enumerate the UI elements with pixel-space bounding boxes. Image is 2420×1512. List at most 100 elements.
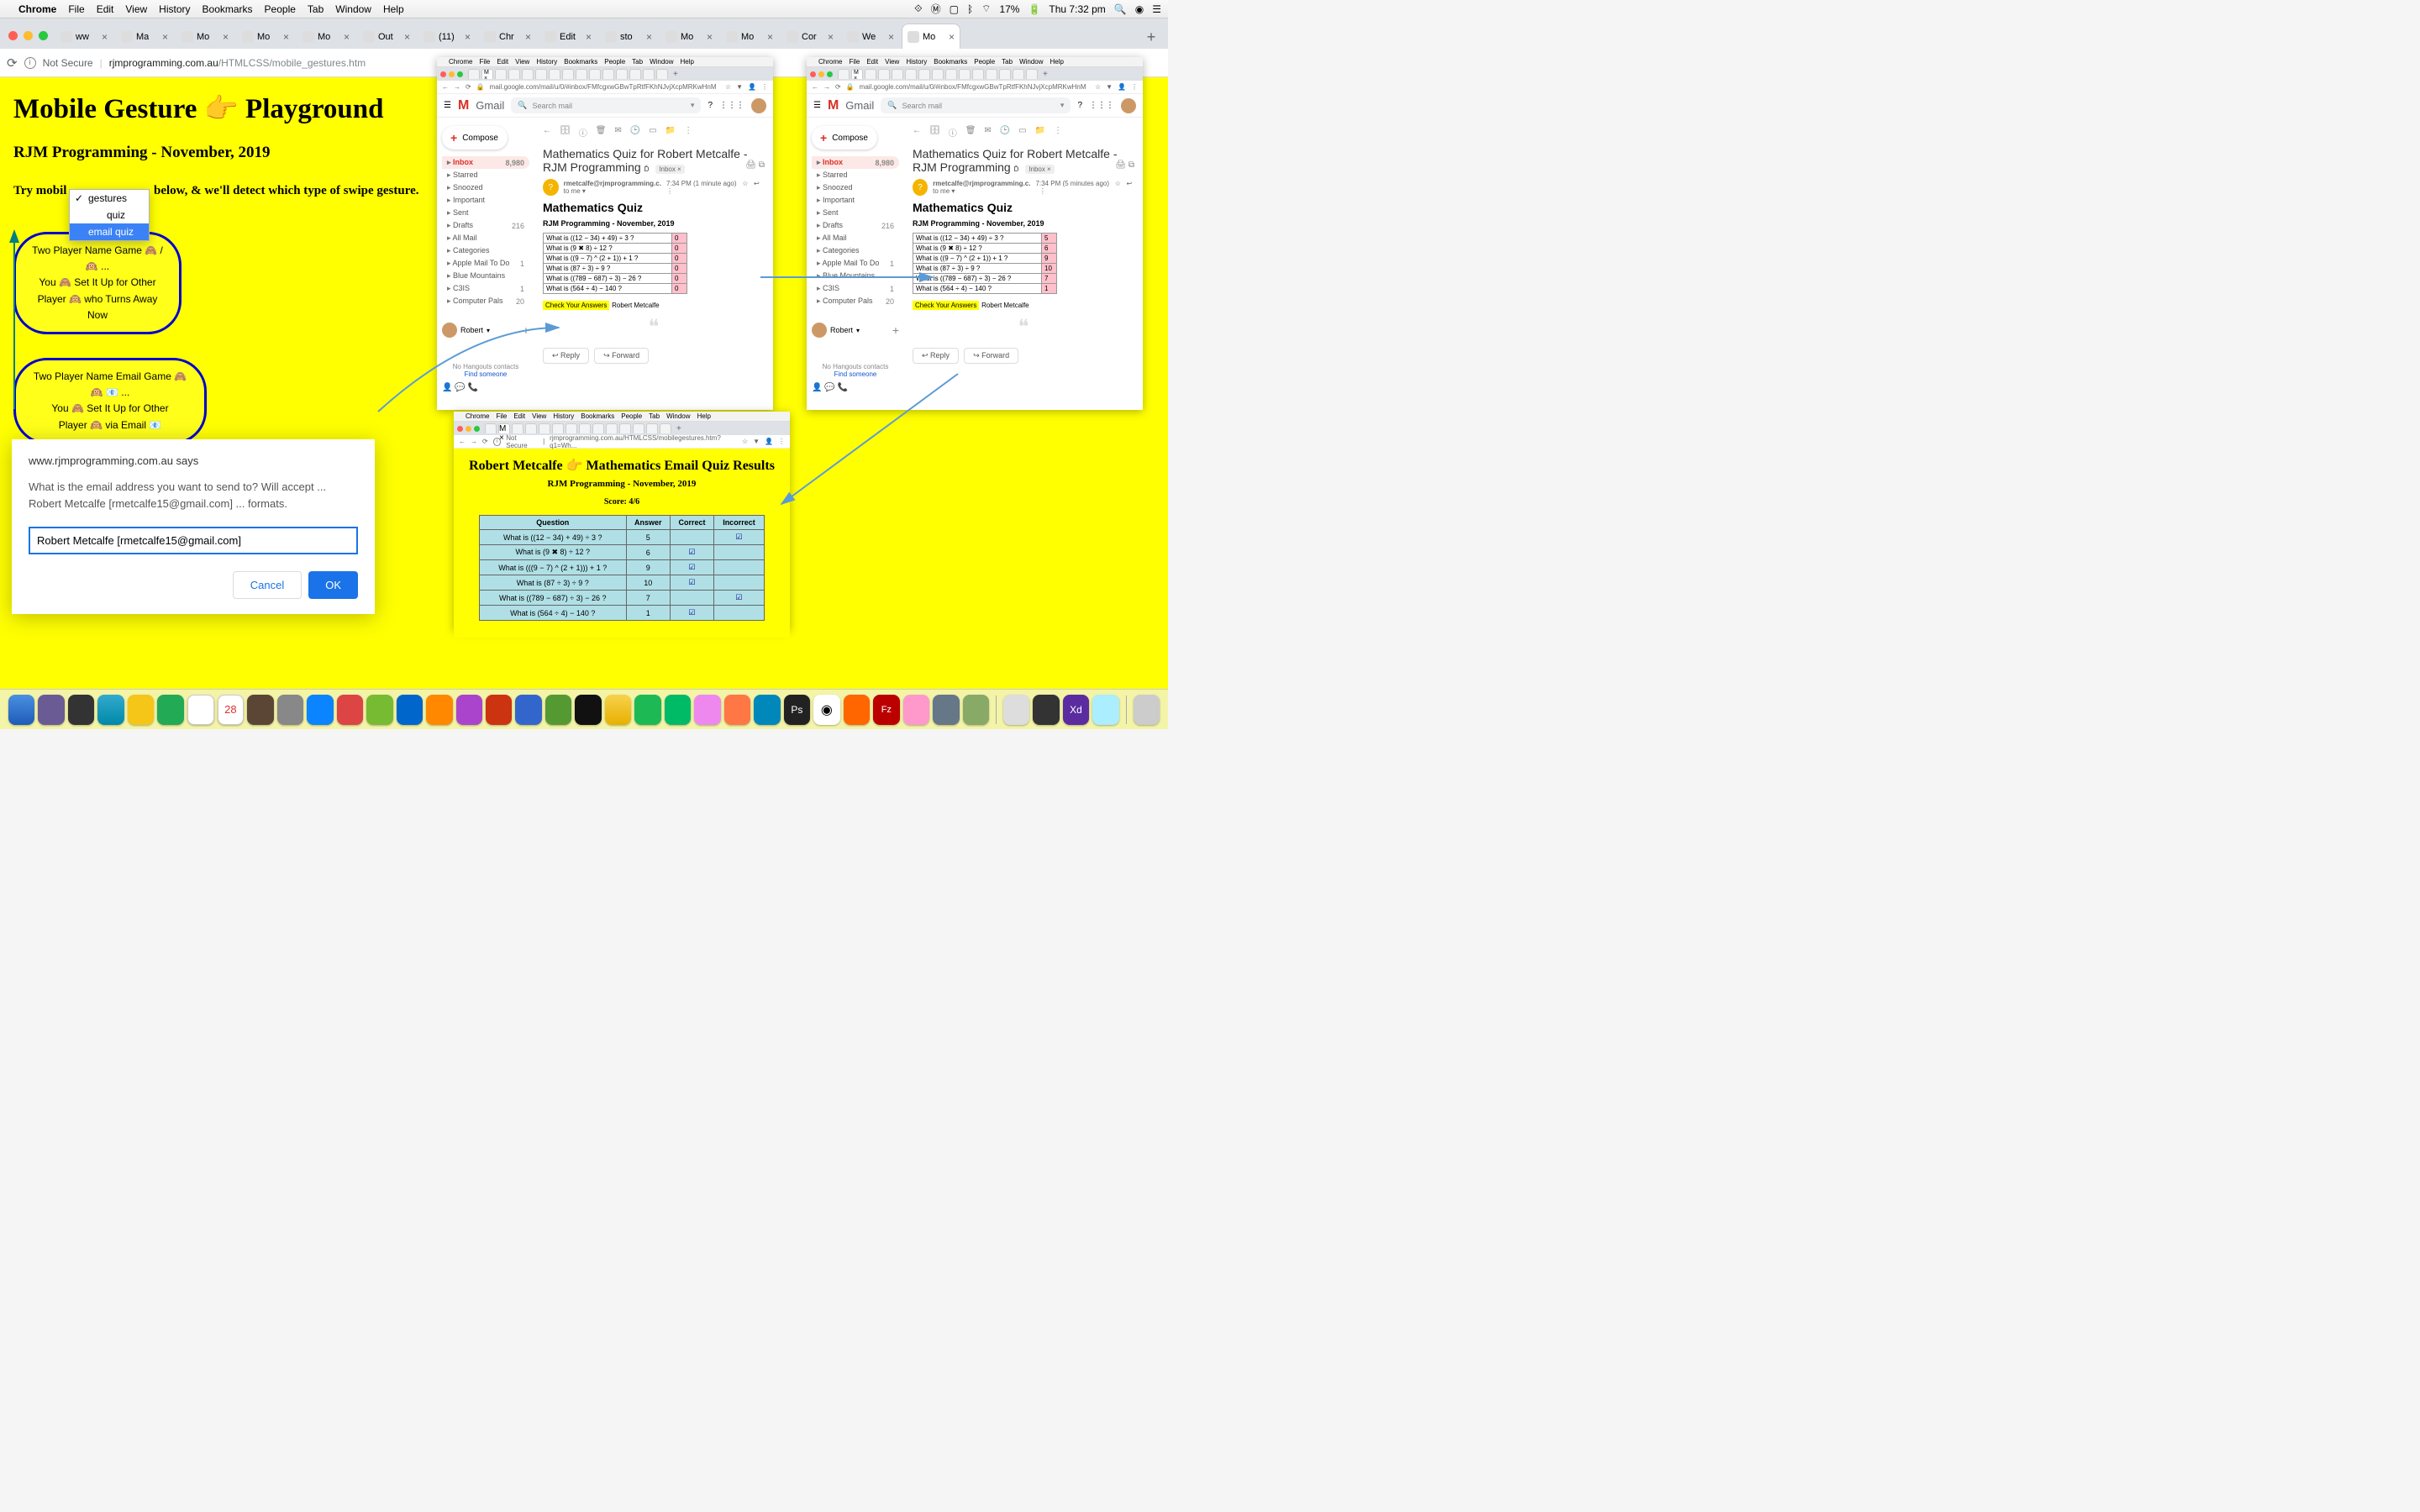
game-capsule-local[interactable]: Two Player Name Game 🙈 / 🙉 ... You 🙈 Set… xyxy=(13,232,182,334)
dock-app[interactable] xyxy=(337,695,363,725)
gmail-folder[interactable]: ▸ Snoozed xyxy=(442,181,529,194)
game-capsule-email[interactable]: Two Player Name Email Game 🙈 🙉 📧 ... You… xyxy=(13,358,207,444)
gmail-folder[interactable]: ▸ All Mail xyxy=(812,232,899,244)
browser-tab[interactable]: Mo× xyxy=(720,24,779,49)
dock-app[interactable] xyxy=(963,695,989,725)
browser-tab[interactable]: Mo× xyxy=(660,24,718,49)
dock-app[interactable] xyxy=(426,695,452,725)
mode-select-dropdown[interactable]: ✓gestures quiz email quiz xyxy=(69,189,150,241)
menu-tab[interactable]: Tab xyxy=(308,3,324,15)
mac-dock[interactable]: 28 Ps ◉ Fz Xd xyxy=(0,689,1168,729)
dock-app[interactable] xyxy=(933,695,959,725)
avatar[interactable] xyxy=(1121,98,1136,113)
search-input[interactable]: 🔍Search mail▾ xyxy=(511,97,701,113)
menu-view[interactable]: View xyxy=(125,3,147,15)
menu-window[interactable]: Window xyxy=(335,3,371,15)
menu-file[interactable]: File xyxy=(68,3,84,15)
dock-finder[interactable] xyxy=(8,695,34,725)
browser-tab[interactable]: Mo× xyxy=(902,24,960,49)
browser-tab[interactable]: Edit× xyxy=(539,24,597,49)
avatar[interactable] xyxy=(751,98,766,113)
forward-button[interactable]: ↪ Forward xyxy=(964,348,1018,364)
ok-button[interactable]: OK xyxy=(308,571,358,599)
gmail-folder[interactable]: ▸ Starred xyxy=(442,169,529,181)
dock-app[interactable] xyxy=(128,695,154,725)
check-answers-button[interactable]: Check Your Answers xyxy=(913,301,979,310)
browser-tab[interactable]: sto× xyxy=(599,24,658,49)
gmail-folder[interactable]: ▸ Categories xyxy=(812,244,899,257)
dock-app[interactable] xyxy=(157,695,183,725)
gmail-folder[interactable]: ▸ Computer Pals20 xyxy=(812,295,899,307)
gmail-folder[interactable]: ▸ Blue Mountains xyxy=(442,270,529,282)
siri-icon[interactable]: ◉ xyxy=(1135,3,1144,15)
dock-chrome[interactable]: ◉ xyxy=(813,695,839,725)
apps-icon[interactable]: ⋮⋮⋮ xyxy=(1089,101,1114,110)
dropdown-option-quiz[interactable]: quiz xyxy=(70,207,149,223)
dock-app[interactable] xyxy=(844,695,870,725)
menu-icon[interactable]: ☰ xyxy=(813,101,821,110)
gmail-folder[interactable]: ▸ Drafts216 xyxy=(812,219,899,232)
status-icon[interactable]: Ⓜ xyxy=(931,2,941,16)
menubar-app[interactable]: Chrome xyxy=(18,3,56,15)
menu-people[interactable]: People xyxy=(265,3,296,15)
dock-app[interactable] xyxy=(486,695,512,725)
dock-app[interactable] xyxy=(575,695,601,725)
search-input[interactable]: 🔍Search mail▾ xyxy=(881,97,1071,113)
help-icon[interactable]: ? xyxy=(708,101,713,110)
forward-button[interactable]: ↪ Forward xyxy=(594,348,649,364)
maximize-icon[interactable] xyxy=(39,31,48,40)
apps-icon[interactable]: ⋮⋮⋮ xyxy=(719,101,744,110)
dock-calendar[interactable]: 28 xyxy=(218,695,245,725)
dock-filezilla[interactable]: Fz xyxy=(873,695,899,725)
cancel-button[interactable]: Cancel xyxy=(233,571,302,599)
airplay-icon[interactable]: ▢ xyxy=(950,3,959,15)
browser-tab[interactable]: Cor× xyxy=(781,24,839,49)
compose-button[interactable]: +Compose xyxy=(442,126,508,150)
site-info-icon[interactable]: i xyxy=(24,57,36,69)
wifi-icon[interactable]: ⌔ xyxy=(981,3,991,15)
dock-app[interactable] xyxy=(1092,695,1118,725)
dropdown-option-emailquiz[interactable]: email quiz xyxy=(70,223,149,240)
dock-app[interactable] xyxy=(38,695,64,725)
gmail-folder[interactable]: ▸ C3IS1 xyxy=(812,282,899,295)
menu-bookmarks[interactable]: Bookmarks xyxy=(203,3,253,15)
browser-tab[interactable]: Mo× xyxy=(176,24,234,49)
reply-button[interactable]: ↩ Reply xyxy=(543,348,589,364)
window-controls[interactable] xyxy=(8,31,48,40)
url-display[interactable]: rjmprogramming.com.au/HTMLCSS/mobile_ges… xyxy=(109,57,366,69)
dock-app[interactable] xyxy=(754,695,780,725)
browser-tab[interactable]: (11)× xyxy=(418,24,476,49)
browser-tab[interactable]: Mo× xyxy=(297,24,355,49)
gmail-folder[interactable]: ▸ Apple Mail To Do1 xyxy=(442,257,529,270)
menu-history[interactable]: History xyxy=(159,3,190,15)
dock-app[interactable] xyxy=(397,695,423,725)
gmail-folder[interactable]: ▸ Important xyxy=(812,194,899,207)
dock-app[interactable] xyxy=(903,695,929,725)
menu-icon[interactable]: ☰ xyxy=(1152,3,1161,15)
gmail-folder[interactable]: ▸ C3IS1 xyxy=(442,282,529,295)
reply-button[interactable]: ↩ Reply xyxy=(913,348,959,364)
gmail-folder[interactable]: ▸ Sent xyxy=(812,207,899,219)
gmail-folder[interactable]: ▸ Apple Mail To Do1 xyxy=(812,257,899,270)
prompt-input[interactable] xyxy=(29,527,358,554)
gmail-folder[interactable]: ▸ Inbox8,980 xyxy=(812,156,899,169)
dock-app[interactable] xyxy=(605,695,631,725)
gmail-folder[interactable]: ▸ Blue Mountains xyxy=(812,270,899,282)
dock-app[interactable] xyxy=(515,695,541,725)
dock-app[interactable] xyxy=(187,695,214,725)
minimize-icon[interactable] xyxy=(24,31,33,40)
browser-tab[interactable]: Out× xyxy=(357,24,416,49)
spotlight-icon[interactable]: 🔍 xyxy=(1114,3,1127,15)
dock-app[interactable] xyxy=(307,695,333,725)
gmail-folder[interactable]: ▸ Sent xyxy=(442,207,529,219)
dock-photoshop[interactable]: Ps xyxy=(784,695,810,725)
reload-icon[interactable]: ⟳ xyxy=(7,55,18,71)
dropdown-option-gestures[interactable]: ✓gestures xyxy=(70,190,149,207)
help-icon[interactable]: ? xyxy=(1077,101,1082,110)
clock[interactable]: Thu 7:32 pm xyxy=(1049,3,1105,15)
browser-tab[interactable]: Ma× xyxy=(115,24,174,49)
browser-tab[interactable]: Chr× xyxy=(478,24,537,49)
gmail-folder[interactable]: ▸ Computer Pals20 xyxy=(442,295,529,307)
browser-tab[interactable]: We× xyxy=(841,24,900,49)
dock-trash[interactable] xyxy=(1134,695,1160,725)
